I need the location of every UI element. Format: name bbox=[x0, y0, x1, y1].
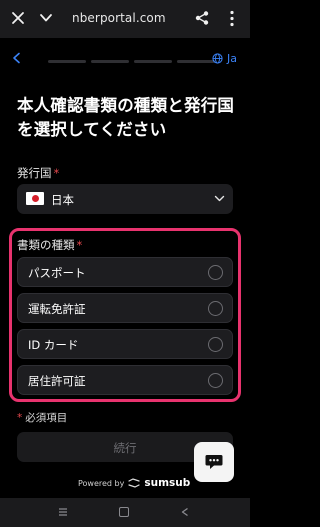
language-switcher[interactable]: Ja bbox=[212, 52, 237, 65]
recent-apps-icon[interactable] bbox=[58, 507, 68, 517]
required-mark: * bbox=[17, 412, 23, 424]
home-icon[interactable] bbox=[119, 507, 129, 517]
progress-step bbox=[48, 60, 86, 63]
url-bar[interactable]: nberportal.com bbox=[72, 11, 166, 25]
chat-button[interactable] bbox=[194, 442, 234, 482]
browser-toolbar: nberportal.com bbox=[0, 0, 250, 38]
country-select[interactable]: 日本 bbox=[17, 184, 233, 214]
page-title: 本人確認書類の種類と発行国を選択してください bbox=[17, 96, 235, 139]
more-vert-icon[interactable] bbox=[228, 10, 236, 27]
required-fields-note: * 必須項目 bbox=[17, 410, 67, 425]
sumsub-brand: sumsub bbox=[144, 477, 191, 489]
radio-button[interactable] bbox=[208, 301, 223, 316]
doc-option-residence-permit[interactable]: 居住許可証 bbox=[17, 365, 233, 395]
country-label-text: 発行国 bbox=[17, 166, 52, 180]
language-label: Ja bbox=[227, 52, 237, 65]
radio-button[interactable] bbox=[208, 337, 223, 352]
progress-step bbox=[134, 60, 172, 63]
radio-button[interactable] bbox=[208, 373, 223, 388]
globe-icon bbox=[212, 53, 223, 64]
chat-icon bbox=[205, 455, 223, 469]
radio-button[interactable] bbox=[208, 265, 223, 280]
doc-option-id-card[interactable]: ID カード bbox=[17, 329, 233, 359]
document-label-text: 書類の種類 bbox=[17, 238, 75, 252]
progress-step bbox=[91, 60, 129, 63]
progress-steps bbox=[48, 60, 215, 63]
doc-option-label: ID カード bbox=[28, 338, 79, 352]
progress-step bbox=[177, 60, 215, 63]
close-icon[interactable] bbox=[10, 10, 26, 26]
doc-option-label: 居住許可証 bbox=[28, 374, 86, 388]
powered-by-text: Powered by bbox=[78, 478, 125, 488]
back-arrow-icon[interactable] bbox=[11, 52, 23, 64]
chevron-down-icon[interactable] bbox=[38, 11, 54, 25]
country-field-label: 発行国 * bbox=[17, 165, 59, 181]
doc-option-passport[interactable]: パスポート bbox=[17, 257, 233, 287]
page-header: Ja bbox=[0, 45, 250, 75]
required-mark: * bbox=[53, 166, 60, 180]
doc-option-label: パスポート bbox=[28, 266, 86, 280]
required-note-text: 必須項目 bbox=[25, 412, 68, 424]
system-nav-bar bbox=[0, 498, 250, 527]
doc-option-drivers-license[interactable]: 運転免許証 bbox=[17, 293, 233, 323]
country-value: 日本 bbox=[51, 193, 74, 207]
japan-flag-icon bbox=[26, 192, 44, 205]
back-icon[interactable] bbox=[180, 507, 190, 517]
powered-by: Powered by sumsub bbox=[78, 477, 190, 489]
share-icon[interactable] bbox=[194, 10, 210, 26]
document-type-label: 書類の種類 * bbox=[17, 237, 82, 253]
doc-option-label: 運転免許証 bbox=[28, 302, 86, 316]
chevron-down-icon bbox=[214, 195, 225, 202]
sumsub-logo-icon bbox=[128, 478, 140, 488]
required-mark: * bbox=[76, 238, 83, 252]
